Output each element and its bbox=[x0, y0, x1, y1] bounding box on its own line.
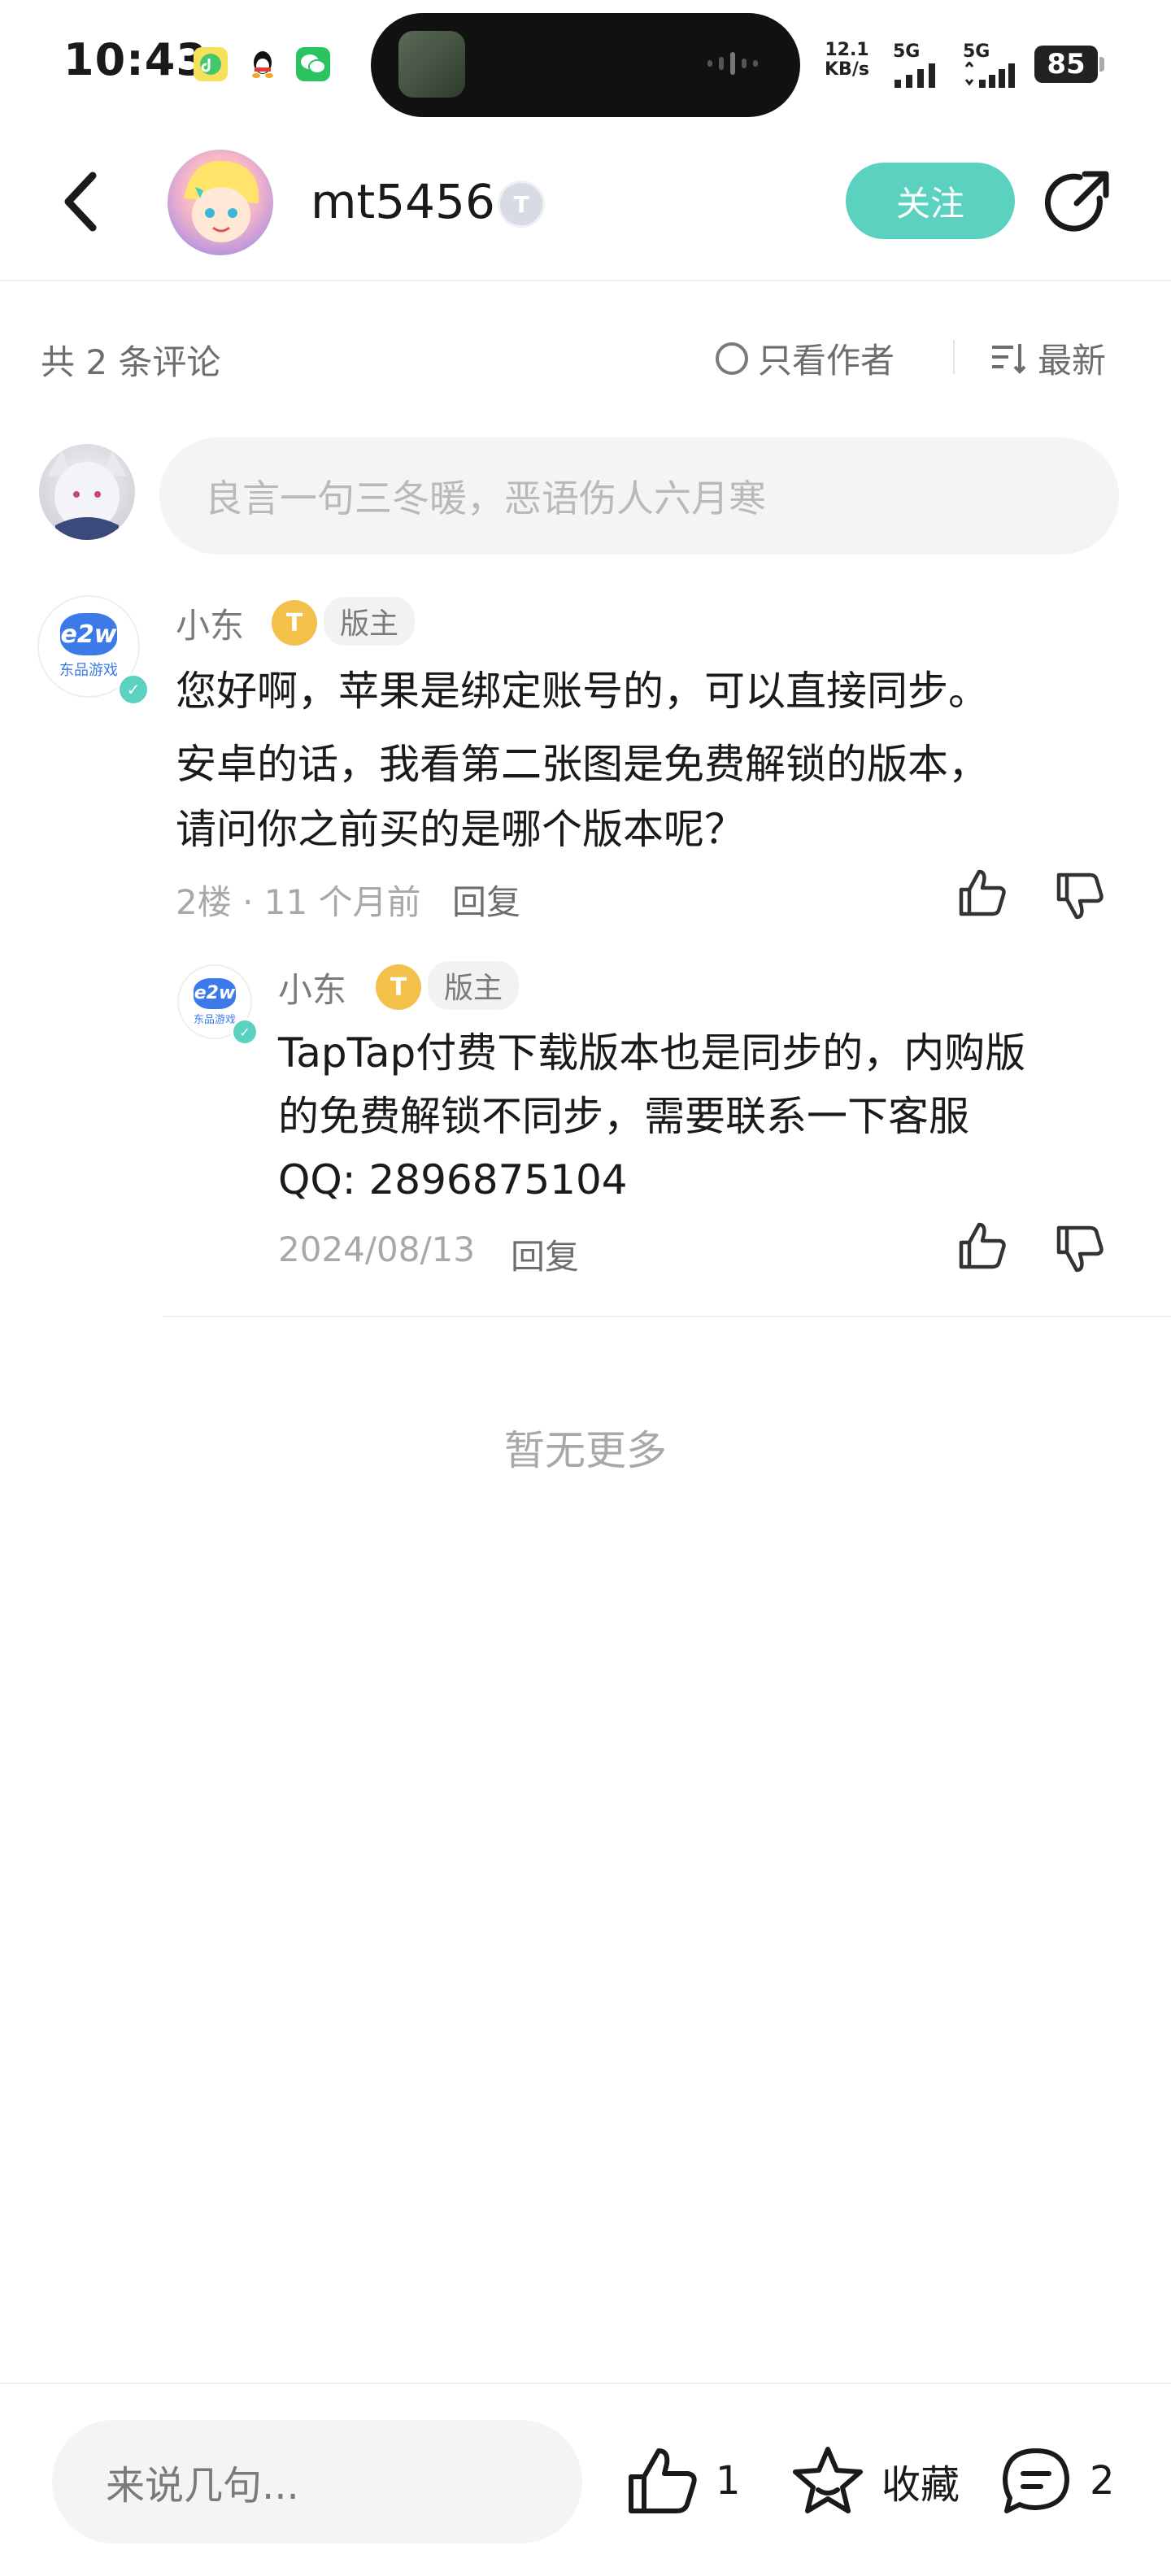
sort-icon bbox=[992, 343, 1026, 374]
comment-author[interactable]: 小东 bbox=[176, 598, 244, 648]
collect-label: 收藏 bbox=[882, 2462, 960, 2508]
wechat-app-icon bbox=[296, 47, 330, 81]
header-divider bbox=[0, 280, 1171, 281]
like-button[interactable]: 1 bbox=[626, 2446, 741, 2516]
comment-count: 共 2 条评论 bbox=[41, 342, 221, 382]
reply-meta: 2024/08/13 bbox=[278, 1229, 476, 1269]
role-badge: 版主 bbox=[428, 961, 519, 1010]
comment-count-bottom: 2 bbox=[1090, 2458, 1115, 2504]
follow-button[interactable]: 关注 bbox=[846, 163, 1015, 239]
avatar[interactable] bbox=[168, 150, 273, 255]
battery-tip bbox=[1099, 57, 1104, 72]
thumbs-down-icon[interactable] bbox=[1054, 870, 1106, 922]
brand-logo: e2w bbox=[194, 977, 236, 1009]
share-icon[interactable] bbox=[1043, 168, 1112, 237]
reply-button[interactable]: 回复 bbox=[511, 1229, 579, 1279]
only-author-label: 只看作者 bbox=[758, 341, 895, 381]
net-speed: 12.1 KB/s bbox=[825, 40, 869, 80]
comment-input[interactable]: 良言一句三冬暖，恶语伤人六月寒 bbox=[159, 437, 1119, 555]
status-time: 10:43 bbox=[63, 34, 207, 85]
comment-body: 您好啊，苹果是绑定账号的，可以直接同步。 安卓的话，我看第二张图是免费解锁的版本… bbox=[176, 668, 989, 853]
radio-icon bbox=[716, 342, 748, 375]
brand-logo-text: 东品游戏 bbox=[59, 662, 118, 679]
filter-divider bbox=[953, 340, 955, 374]
no-more-label: 暂无更多 bbox=[504, 1427, 667, 1474]
signal-bars-icon bbox=[895, 63, 935, 88]
signal-1: 5G bbox=[893, 42, 950, 93]
brand-logo-text: 东品游戏 bbox=[193, 1013, 236, 1026]
reply-body: TapTap付费下载版本也是同步的，内购版 的免费解锁不同步，需要联系一下客服 … bbox=[278, 1029, 1026, 1203]
battery-indicator: 85 bbox=[1034, 46, 1098, 83]
thumbs-up-icon bbox=[629, 2448, 697, 2513]
collect-button[interactable]: 收藏 bbox=[790, 2444, 960, 2517]
thumbs-up-icon[interactable] bbox=[956, 867, 1008, 919]
comments-button[interactable]: 2 bbox=[999, 2444, 1115, 2517]
username[interactable]: mt5456 bbox=[311, 174, 495, 229]
sort-toggle[interactable]: 最新 bbox=[990, 333, 1106, 383]
music-app-icon bbox=[194, 47, 228, 81]
verified-icon: ✓ bbox=[117, 673, 150, 706]
back-arrow-icon[interactable] bbox=[57, 169, 106, 234]
level-badge: T bbox=[498, 181, 545, 228]
audio-wave-icon bbox=[707, 52, 758, 75]
thumbs-up-icon[interactable] bbox=[956, 1220, 1008, 1272]
bottom-comment-input[interactable]: 来说几句... bbox=[52, 2420, 582, 2543]
only-author-toggle[interactable]: 只看作者 bbox=[716, 333, 895, 383]
my-avatar[interactable] bbox=[39, 444, 135, 540]
thumbs-down-icon[interactable] bbox=[1054, 1223, 1106, 1275]
reply-author[interactable]: 小东 bbox=[278, 963, 346, 1012]
comment-bubble-icon bbox=[1003, 2448, 1069, 2513]
bottom-divider bbox=[0, 2382, 1171, 2384]
qq-app-icon bbox=[246, 47, 280, 81]
media-thumbnail bbox=[398, 31, 465, 98]
signal-2: 5G bbox=[963, 42, 1028, 93]
role-badge: 版主 bbox=[324, 597, 415, 646]
coin-badge-icon: T bbox=[272, 600, 317, 646]
comment-meta: 2楼 · 11 个月前 bbox=[176, 882, 421, 922]
reply-button[interactable]: 回复 bbox=[452, 875, 520, 925]
star-icon bbox=[793, 2447, 863, 2513]
like-count: 1 bbox=[716, 2458, 741, 2504]
verified-icon: ✓ bbox=[231, 1018, 259, 1046]
signal-bars-icon bbox=[964, 60, 1015, 88]
brand-logo: e2w bbox=[60, 613, 117, 655]
thread-divider bbox=[163, 1316, 1171, 1317]
sort-label: 最新 bbox=[1038, 341, 1107, 381]
coin-badge-icon: T bbox=[376, 964, 421, 1010]
